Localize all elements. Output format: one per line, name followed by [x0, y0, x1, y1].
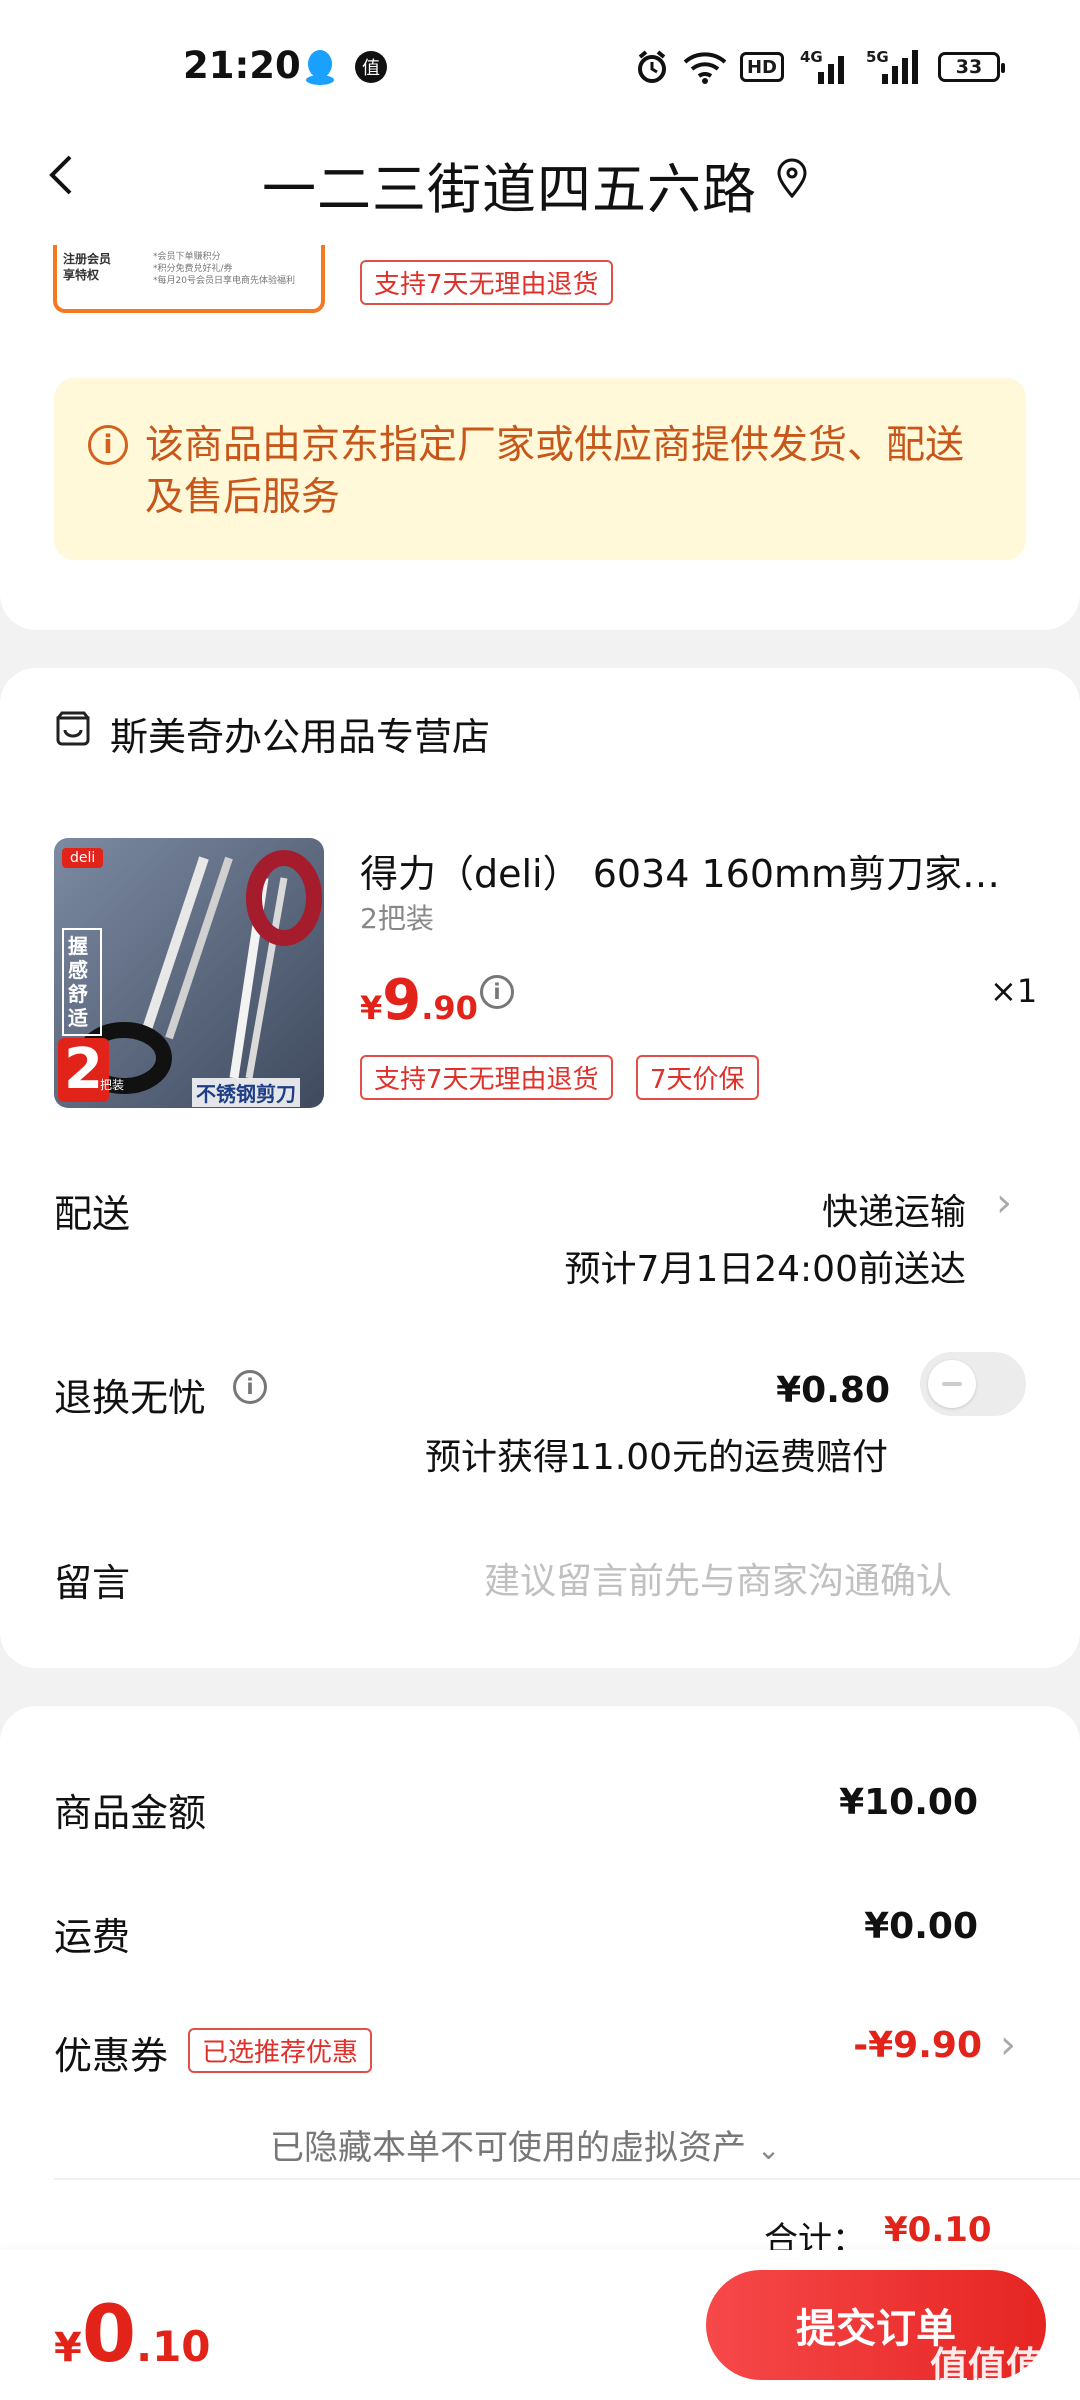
message-input[interactable]: 建议留言前先与商家沟通确认: [484, 1552, 952, 1604]
return-insurance-note: 预计获得11.00元的运费赔付: [424, 1437, 888, 1478]
store-icon: [54, 710, 92, 748]
signal-5g-icon: 5G: [866, 48, 922, 86]
signal-4g-icon: 4G: [800, 48, 852, 86]
delivery-label: 配送: [54, 1192, 131, 1236]
coupon-value[interactable]: -¥9.90: [760, 2025, 982, 2066]
alarm-icon: [632, 48, 672, 86]
shipping-label: 运费: [54, 1915, 131, 1959]
member-promo-thumbnail: 注册会员 享特权 *会员下单赚积分 *积分免费兑好礼/券 *每月20号会员日享电…: [53, 245, 325, 313]
address-title[interactable]: 一二三街道四五六路: [262, 145, 757, 224]
chevron-left-icon: [49, 155, 72, 195]
zhi-app-icon: 值: [352, 48, 390, 86]
wifi-icon: [682, 48, 728, 86]
divider: [54, 2178, 1080, 2180]
return-policy-tag: 支持7天无理由退货: [360, 260, 613, 305]
status-time: 21:20: [183, 44, 301, 87]
shipping-value: ¥0.00: [864, 1906, 978, 1947]
svg-text:值: 值: [362, 58, 380, 79]
back-button[interactable]: [48, 140, 98, 210]
goods-amount-label: 商品金额: [54, 1791, 207, 1835]
delivery-eta: 预计7月1日24:00前送达: [564, 1249, 966, 1290]
delivery-method[interactable]: 快递运输: [700, 1183, 966, 1235]
battery-indicator: 33: [938, 52, 1005, 82]
location-pin-icon[interactable]: [776, 158, 808, 199]
coupon-tag: 已选推荐优惠: [188, 2028, 373, 2073]
price-info-icon[interactable]: i: [480, 975, 514, 1009]
return-insurance-price: ¥0.80: [776, 1370, 890, 1411]
toggle-knob: [928, 1360, 976, 1408]
product-image[interactable]: deli 握感舒适 2 把装 不锈钢剪刀: [54, 838, 324, 1108]
info-circle-icon: i: [88, 425, 128, 465]
chevron-right-icon[interactable]: ›: [996, 1180, 1012, 1226]
store-card: [0, 668, 1080, 1668]
total-value: ¥0.10: [884, 2210, 992, 2250]
bottom-total-price: ¥ 0 .10: [54, 2290, 211, 2380]
return-insurance-info-icon[interactable]: i: [233, 1370, 267, 1404]
hidden-assets-toggle[interactable]: 已隐藏本单不可使用的虚拟资产 ⌄: [270, 2120, 780, 2169]
hd-icon: HD: [740, 52, 784, 82]
product-title[interactable]: 得力（deli） 6034 160mm剪刀家用…: [360, 843, 1020, 898]
product-spec: 2把装: [360, 902, 434, 935]
product-tag-return: 支持7天无理由退货: [360, 1055, 613, 1100]
qq-penguin-icon: [300, 48, 340, 86]
notice-text: 该商品由京东指定厂家或供应商提供发货、配送及售后服务: [145, 423, 965, 520]
coupon-chevron-icon[interactable]: ›: [1000, 2022, 1016, 2068]
return-insurance-label: 退换无忧: [54, 1376, 207, 1420]
coupon-label: 优惠券: [54, 2034, 169, 2078]
product-price: ¥ 9 .90: [360, 968, 478, 1033]
message-label: 留言: [54, 1561, 131, 1605]
watermark-url: zhizhizhi.com: [942, 2375, 1051, 2394]
goods-amount-value: ¥10.00: [839, 1782, 978, 1823]
chevron-down-icon: ⌄: [756, 2133, 781, 2166]
product-quantity: ×1: [990, 972, 1038, 1010]
store-name[interactable]: 斯美奇办公用品专营店: [110, 706, 490, 761]
product-tag-price-protect: 7天价保: [636, 1055, 759, 1100]
